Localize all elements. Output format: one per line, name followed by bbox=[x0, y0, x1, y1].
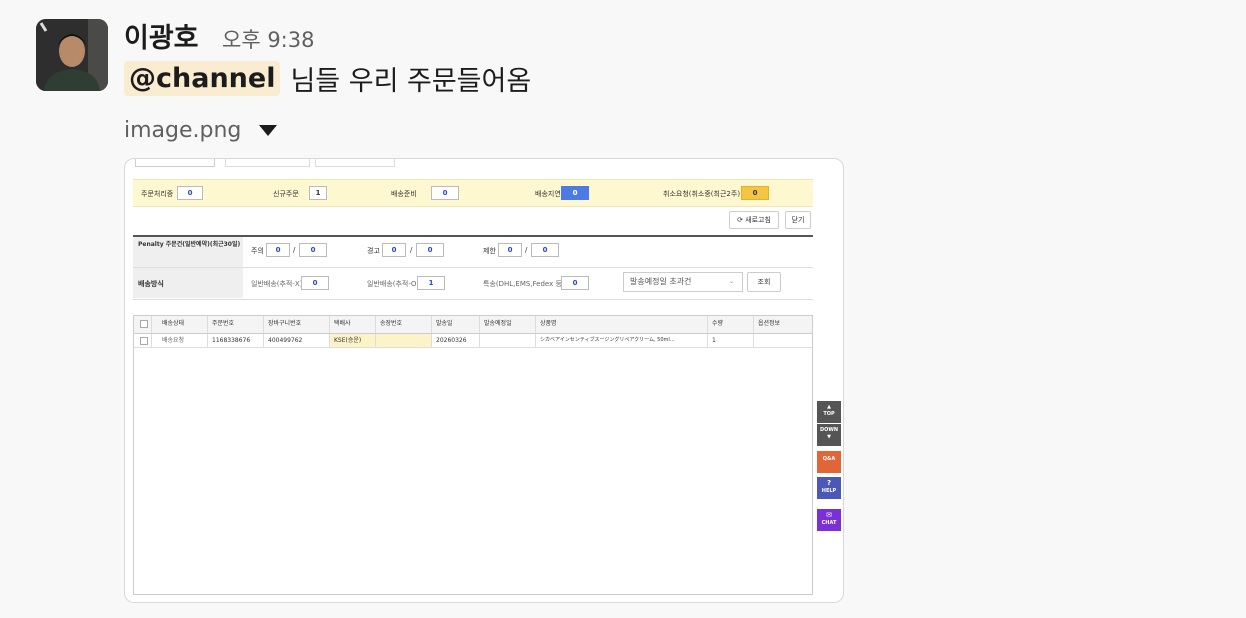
caret-down-icon[interactable] bbox=[259, 125, 278, 136]
row-select-cell bbox=[134, 334, 152, 347]
file-attachment-header[interactable]: image.png bbox=[124, 118, 278, 143]
close-button[interactable]: 닫기 bbox=[785, 211, 811, 229]
cell-courier[interactable]: KSE(승운) bbox=[330, 334, 376, 347]
slack-message: 이광호 오후 9:38 @channel 님들 우리 주문들어옴 image.p… bbox=[0, 0, 1246, 618]
cancel-label: 취소요청(취소중(최근2주) bbox=[663, 190, 741, 198]
cell-product-name[interactable]: シカベアインセンティブスージングリペアクリーム, 50ml... bbox=[536, 334, 708, 347]
cell-options bbox=[754, 334, 812, 347]
image-attachment[interactable]: 주문처리중 0 신규주문 1 배송준비 0 배송지연 0 취소요청(취소중(최근… bbox=[124, 158, 844, 603]
cell-quantity: 1 bbox=[708, 334, 754, 347]
refresh-icon: ⟳ bbox=[737, 216, 746, 224]
warn1-a[interactable]: 0 bbox=[266, 243, 290, 257]
cell-status: 배송요청 bbox=[152, 334, 208, 347]
cancel-count[interactable]: 0 bbox=[741, 186, 769, 200]
processing-count[interactable]: 0 bbox=[177, 186, 203, 200]
warn2-label: 경고 bbox=[367, 247, 380, 255]
chat-button[interactable]: ✉ CHAT bbox=[817, 509, 841, 531]
cell-tracking-no[interactable] bbox=[376, 334, 432, 347]
orders-table: 배송상태 주문번호 장바구니번호 택배사 송장번호 발송일 발송예정일 상품명 … bbox=[133, 315, 813, 595]
col-header[interactable]: 발송예정일 bbox=[480, 316, 536, 333]
row-checkbox[interactable] bbox=[140, 337, 148, 345]
row-divider bbox=[133, 267, 813, 268]
question-icon: ? bbox=[826, 479, 832, 487]
col-header[interactable]: 옵션정보 bbox=[754, 316, 812, 333]
slash: / bbox=[410, 246, 413, 254]
normal-x-label: 일반배송(추적-X) bbox=[251, 280, 303, 288]
arrow-down-icon: ▼ bbox=[827, 434, 831, 440]
penalty-section: Penalty 주문건(일반예약)(최근30일) 주의 0 / 0 경고 0 /… bbox=[133, 237, 813, 300]
cell-order-no[interactable]: 1168338676 bbox=[208, 334, 264, 347]
cell-ship-date: 20260326 bbox=[432, 334, 480, 347]
tab bbox=[135, 159, 215, 167]
row-divider bbox=[133, 299, 813, 300]
shipping-title: 배송방식 bbox=[138, 280, 164, 288]
prep-count[interactable]: 0 bbox=[431, 186, 459, 200]
col-header[interactable]: 상품명 bbox=[536, 316, 708, 333]
cell-expected-date bbox=[480, 334, 536, 347]
col-header[interactable]: 주문번호 bbox=[208, 316, 264, 333]
col-header[interactable]: 배송상태 bbox=[152, 316, 208, 333]
warn2-b[interactable]: 0 bbox=[416, 243, 444, 257]
delay-label: 배송지연 bbox=[535, 190, 561, 198]
help-label: HELP bbox=[821, 488, 837, 494]
delay-count[interactable]: 0 bbox=[561, 186, 589, 200]
col-header[interactable]: 택배사 bbox=[330, 316, 376, 333]
normal-o-count[interactable]: 1 bbox=[417, 276, 445, 290]
search-button[interactable]: 조회 bbox=[747, 272, 781, 292]
warn3-b[interactable]: 0 bbox=[531, 243, 559, 257]
cell-cart-no: 400499762 bbox=[264, 334, 330, 347]
down-label: DOWN bbox=[819, 427, 839, 433]
avatar[interactable] bbox=[36, 19, 108, 91]
timestamp[interactable]: 오후 9:38 bbox=[222, 24, 314, 54]
table-row[interactable]: 배송요청 1168338676 400499762 KSE(승운) 202603… bbox=[134, 334, 812, 348]
message-body: 님들 우리 주문들어옴 bbox=[290, 65, 532, 97]
col-header[interactable]: 송장번호 bbox=[376, 316, 432, 333]
slash: / bbox=[293, 246, 296, 254]
slash: / bbox=[525, 246, 528, 254]
tab bbox=[315, 159, 395, 167]
refresh-label: 새로고침 bbox=[745, 216, 771, 224]
chat-icon: ✉ bbox=[826, 511, 832, 519]
warn1-b[interactable]: 0 bbox=[299, 243, 327, 257]
prep-label: 배송준비 bbox=[391, 190, 417, 198]
help-button[interactable]: ? HELP bbox=[817, 477, 841, 499]
arrow-up-icon: ▲ bbox=[827, 404, 831, 410]
down-button[interactable]: DOWN ▼ bbox=[817, 424, 841, 446]
processing-label: 주문처리중 bbox=[141, 190, 174, 198]
special-label: 특송(DHL,EMS,Fedex 등) bbox=[483, 280, 565, 288]
warn2-a[interactable]: 0 bbox=[382, 243, 406, 257]
message-text: @channel 님들 우리 주문들어옴 bbox=[124, 56, 531, 100]
normal-x-count[interactable]: 0 bbox=[301, 276, 329, 290]
channel-mention[interactable]: @channel bbox=[124, 60, 281, 96]
penalty-title: Penalty 주문건(일반예약)(최근30일) bbox=[138, 241, 241, 248]
select-all-cell bbox=[134, 316, 152, 333]
chevron-down-icon: ⌄ bbox=[728, 278, 734, 285]
top-label: TOP bbox=[823, 411, 835, 417]
col-header[interactable]: 장바구니번호 bbox=[264, 316, 330, 333]
filter-select[interactable]: 발송예정일 초과건 ⌄ bbox=[623, 272, 743, 292]
col-header[interactable]: 발송일 bbox=[432, 316, 480, 333]
screenshot-tabs bbox=[125, 159, 425, 171]
col-header[interactable]: 수량 bbox=[708, 316, 754, 333]
warn1-label: 주의 bbox=[251, 247, 264, 255]
author-name[interactable]: 이광호 bbox=[124, 16, 199, 55]
order-status-bar: 주문처리중 0 신규주문 1 배송준비 0 배송지연 0 취소요청(취소중(최근… bbox=[133, 179, 813, 207]
top-button[interactable]: ▲ TOP bbox=[817, 401, 841, 423]
select-all-checkbox[interactable] bbox=[140, 320, 148, 328]
new-order-count[interactable]: 1 bbox=[309, 186, 327, 200]
new-order-label: 신규주문 bbox=[273, 190, 299, 198]
warn3-a[interactable]: 0 bbox=[498, 243, 522, 257]
filter-select-value: 발송예정일 초과건 bbox=[630, 277, 692, 286]
normal-o-label: 일반배송(추적-O) bbox=[367, 280, 420, 288]
table-header: 배송상태 주문번호 장바구니번호 택배사 송장번호 발송일 발송예정일 상품명 … bbox=[134, 316, 812, 334]
warn3-label: 제한 bbox=[483, 247, 496, 255]
refresh-button[interactable]: ⟳ 새로고침 bbox=[729, 211, 779, 229]
chat-label: CHAT bbox=[821, 520, 837, 526]
file-name[interactable]: image.png bbox=[124, 118, 241, 143]
tab bbox=[225, 159, 310, 167]
special-count[interactable]: 0 bbox=[561, 276, 589, 290]
qa-button[interactable]: Q&A bbox=[817, 451, 841, 473]
